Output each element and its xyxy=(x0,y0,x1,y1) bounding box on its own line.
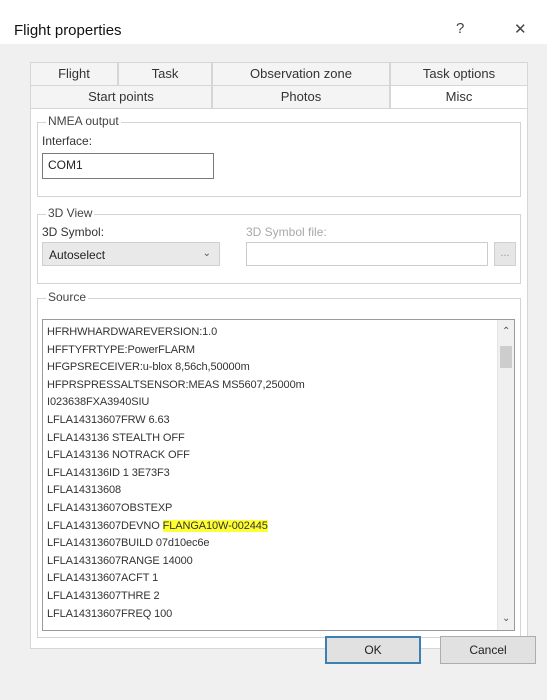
devno-prefix: LFLA14313607DEVNO xyxy=(47,519,163,532)
source-scrollbar[interactable]: ⌃ ⌄ xyxy=(497,320,514,630)
scroll-up-icon[interactable]: ⌃ xyxy=(502,326,510,337)
source-line: I023638FXA3940SIU xyxy=(47,396,150,409)
tab-row-1: Flight Task Observation zone Task option… xyxy=(30,62,528,85)
tab-row-2: Start points Photos Misc xyxy=(30,85,528,108)
dialog-body: Flight Task Observation zone Task option… xyxy=(0,44,547,700)
source-line-devno: LFLA14313607DEVNO FLANGA10W-002445 xyxy=(47,518,492,536)
source-line: LFLA143136 STEALTH OFF xyxy=(47,431,185,444)
source-line: HFGPSRECEIVER:u-blox 8,56ch,50000m xyxy=(47,361,250,374)
help-button[interactable]: ? xyxy=(456,20,464,37)
tab-task-options[interactable]: Task options xyxy=(390,62,528,85)
tab-flight[interactable]: Flight xyxy=(30,62,118,85)
scrollbar-thumb[interactable] xyxy=(500,346,512,368)
source-line: HFPRSPRESSALTSENSOR:MEAS MS5607,25000m xyxy=(47,378,305,391)
tab-photos[interactable]: Photos xyxy=(212,85,390,108)
source-line: LFLA14313607RANGE 14000 xyxy=(47,554,193,567)
scroll-down-icon[interactable]: ⌄ xyxy=(502,613,510,624)
3d-symbol-select[interactable]: Autoselect ⌄ xyxy=(42,242,220,266)
source-line: LFLA14313607FREQ 100 xyxy=(47,607,173,620)
tab-task[interactable]: Task xyxy=(118,62,212,85)
3d-symbol-value: Autoselect xyxy=(49,248,106,262)
source-listbox[interactable]: HFRHWHARDWAREVERSION:1.0 HFFTYFRTYPE:Pow… xyxy=(42,319,515,631)
source-line: HFRHWHARDWAREVERSION:1.0 xyxy=(47,326,218,338)
browse-button[interactable]: ... xyxy=(494,242,516,266)
tab-observation-zone[interactable]: Observation zone xyxy=(212,62,390,85)
3d-symbol-file-input[interactable] xyxy=(246,242,488,266)
tab-misc[interactable]: Misc xyxy=(390,85,528,108)
source-group: Source HFRHWHARDWAREVERSION:1.0 HFFTYFRT… xyxy=(37,290,521,638)
tab-start-points[interactable]: Start points xyxy=(30,85,212,108)
source-line: LFLA14313607BUILD 07d10ec6e xyxy=(47,537,210,550)
source-lines: HFRHWHARDWAREVERSION:1.0 HFFTYFRTYPE:Pow… xyxy=(47,324,492,623)
source-line: LFLA14313607THRE 2 xyxy=(47,589,160,602)
source-line: LFLA14313608 xyxy=(47,484,122,497)
3d-view-group: 3D View 3D Symbol: Autoselect ⌄ 3D Symbo… xyxy=(37,206,521,284)
3d-symbol-file-label: 3D Symbol file: xyxy=(246,225,327,239)
ok-button[interactable]: OK xyxy=(325,636,421,664)
nmea-output-group: NMEA output Interface: COM1 xyxy=(37,114,521,197)
3d-symbol-label: 3D Symbol: xyxy=(42,225,105,239)
title-bar: Flight properties ? ✕ xyxy=(0,0,547,44)
cancel-button[interactable]: Cancel xyxy=(440,636,536,664)
interface-label: Interface: xyxy=(42,134,93,148)
close-icon[interactable]: ✕ xyxy=(514,20,527,38)
misc-tab-panel: NMEA output Interface: COM1 3D View 3D S… xyxy=(30,108,528,649)
source-line: LFLA14313607FRW 6.63 xyxy=(47,413,170,426)
interface-input[interactable]: COM1 xyxy=(42,153,214,179)
chevron-down-icon: ⌄ xyxy=(202,248,211,259)
source-line: HFFTYFRTYPE:PowerFLARM xyxy=(47,343,195,356)
3d-view-legend: 3D View xyxy=(46,206,95,220)
source-line: LFLA14313607ACFT 1 xyxy=(47,572,159,585)
source-line: LFLA143136 NOTRACK OFF xyxy=(47,449,190,462)
nmea-output-legend: NMEA output xyxy=(46,114,121,128)
highlighted-device-number: FLANGA10W-002445 xyxy=(162,519,268,532)
source-legend: Source xyxy=(46,290,89,304)
source-line: LFLA143136ID 1 3E73F3 xyxy=(47,466,170,479)
source-line: LFLA14313607OBSTEXP xyxy=(47,501,173,514)
window-title: Flight properties xyxy=(14,22,122,39)
